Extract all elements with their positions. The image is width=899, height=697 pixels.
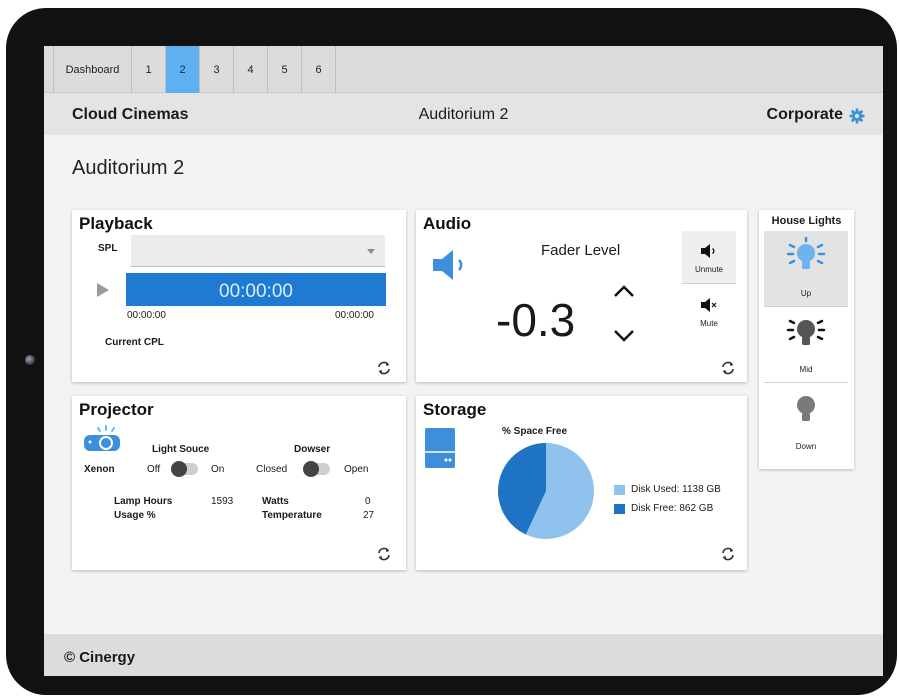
lights-down-button[interactable]: Down: [764, 383, 848, 459]
speaker-mute-icon: [701, 298, 717, 312]
footer-copyright: © Cinergy: [64, 649, 136, 666]
chevron-up-icon[interactable]: [614, 285, 634, 297]
audio-card: Audio Fader Level -0.3 Unmute Mute: [416, 210, 747, 382]
playback-title: Playback: [79, 214, 153, 233]
light-source-label: Light Souce: [152, 444, 210, 455]
lightbulb-off-icon: [797, 396, 815, 421]
current-cpl-label: Current CPL: [105, 337, 164, 348]
light-source-off-label: Off: [147, 464, 161, 475]
mute-button[interactable]: Mute: [682, 286, 736, 339]
footer: © Cinergy: [44, 634, 883, 676]
lights-up-label: Up: [800, 289, 812, 298]
speaker-icon: [433, 250, 463, 280]
unmute-button[interactable]: Unmute: [682, 231, 736, 284]
lamp-hours-value: 1593: [211, 496, 234, 507]
audio-title: Audio: [423, 214, 472, 233]
projector-title: Projector: [79, 400, 154, 419]
storage-card: Storage % Space Free Disk Used: 1138 GB …: [416, 396, 747, 570]
play-icon[interactable]: [97, 283, 109, 297]
watts-value: 0: [365, 496, 371, 507]
temperature-value: 27: [363, 510, 375, 521]
timecode-display: 00:00:00: [126, 273, 386, 306]
chevron-down-icon: [367, 249, 375, 254]
header-title: Auditorium 2: [418, 106, 509, 123]
dowser-toggle[interactable]: [303, 461, 330, 477]
lightbulb-bright-icon: [786, 237, 826, 269]
camera-icon: [25, 355, 35, 365]
lamp-hours-label: Lamp Hours: [114, 496, 173, 507]
lights-down-label: Down: [795, 442, 817, 451]
timecode-value: 00:00:00: [219, 281, 293, 302]
tab-dashboard[interactable]: Dashboard: [53, 46, 132, 93]
lights-up-button[interactable]: Up: [764, 231, 848, 307]
app-header: Cloud Cinemas Auditorium 2 Corporate: [44, 93, 883, 135]
tablet-frame: Dashboard 1 2 3 4 5 6 Cloud Cinemas Audi…: [6, 8, 897, 695]
refresh-icon[interactable]: [720, 360, 736, 376]
light-source-toggle[interactable]: [171, 461, 198, 477]
storage-pie-chart: [498, 443, 595, 539]
legend-free-label: Disk Free: 862 GB: [631, 503, 714, 514]
playback-card: Playback SPL 00:00:00 00:00:00 00:00:00 …: [72, 210, 406, 382]
dowser-closed-label: Closed: [256, 464, 288, 475]
dowser-label: Dowser: [294, 444, 331, 455]
legend-free-swatch: [614, 504, 625, 514]
spl-label: SPL: [98, 243, 118, 254]
storage-title: Storage: [423, 400, 487, 419]
mute-label: Mute: [700, 319, 718, 328]
tab-1[interactable]: 1: [132, 46, 166, 93]
refresh-icon[interactable]: [720, 546, 736, 562]
light-source-on-label: On: [211, 464, 225, 475]
lamp-type: Xenon: [84, 464, 115, 475]
app-screen: Dashboard 1 2 3 4 5 6 Cloud Cinemas Audi…: [44, 46, 883, 676]
tab-bar: Dashboard 1 2 3 4 5 6: [44, 46, 883, 93]
lights-mid-button[interactable]: Mid: [764, 307, 848, 383]
refresh-icon[interactable]: [376, 546, 392, 562]
tab-2[interactable]: 2: [166, 46, 200, 93]
tab-6[interactable]: 6: [302, 46, 336, 93]
hard-drive-icon: [425, 428, 455, 468]
refresh-icon[interactable]: [376, 360, 392, 376]
speaker-on-icon: [701, 244, 715, 258]
projector-card: Projector Xenon Light Souce Off On Dowse…: [72, 396, 406, 570]
fader-value: -0.3: [496, 294, 576, 346]
tab-5[interactable]: 5: [268, 46, 302, 93]
tab-4[interactable]: 4: [234, 46, 268, 93]
house-lights-panel: House Lights Up Mid Down: [759, 210, 854, 469]
temperature-label: Temperature: [262, 510, 322, 521]
unmute-label: Unmute: [694, 265, 723, 274]
fader-label: Fader Level: [541, 242, 621, 259]
lights-mid-label: Mid: [799, 365, 813, 374]
chevron-down-icon[interactable]: [614, 330, 634, 342]
lightbulb-mid-icon: [786, 319, 826, 345]
time-start: 00:00:00: [127, 310, 166, 321]
tab-3[interactable]: 3: [200, 46, 234, 93]
space-free-label: % Space Free: [502, 426, 568, 437]
dowser-open-label: Open: [344, 464, 369, 475]
gear-icon[interactable]: [849, 108, 865, 124]
legend-used-swatch: [614, 485, 625, 495]
page-title: Auditorium 2: [72, 157, 185, 179]
user-menu[interactable]: Corporate: [767, 106, 843, 124]
watts-label: Watts: [262, 496, 289, 507]
house-lights-title: House Lights: [771, 215, 842, 227]
usage-label: Usage %: [114, 510, 156, 521]
legend-used-label: Disk Used: 1138 GB: [631, 484, 721, 495]
projector-icon: [84, 425, 120, 451]
spl-select[interactable]: [131, 235, 385, 267]
time-end: 00:00:00: [335, 310, 374, 321]
